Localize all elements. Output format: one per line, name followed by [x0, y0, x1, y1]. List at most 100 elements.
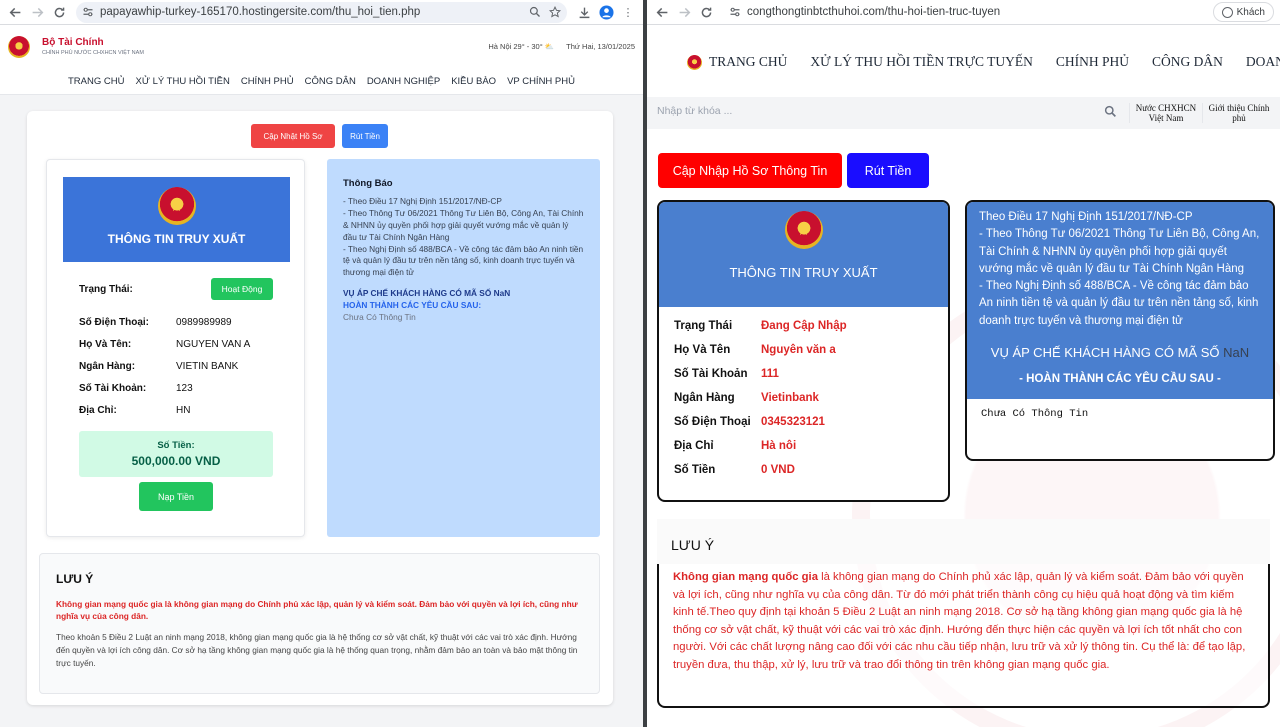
notice-complete: - HOÀN THÀNH CÁC YÊU CẦU SAU -	[1019, 373, 1221, 386]
left-browser-window: papayawhip-turkey-165170.hostingersite.c…	[0, 0, 643, 727]
notice-complete: HOÀN THÀNH CÁC YÊU CẦU SAU:	[343, 299, 482, 310]
nav-item-government[interactable]: CHÍNH PHỦ	[241, 76, 294, 87]
notice-title: Thông Báo	[343, 178, 393, 189]
info-title: THÔNG TIN TRUY XUẤT	[729, 265, 878, 280]
nav-item-home[interactable]: TRANG CHỦ	[68, 76, 124, 87]
notice-content: Chưa Có Thông Tin	[981, 408, 1089, 420]
notice-content: Chưa Có Thông Tin	[343, 311, 416, 322]
nav-item-office[interactable]: VP CHÍNH PHỦ	[507, 76, 575, 87]
left-page: ★ Bộ Tài Chính CHÍNH PHỦ NƯỚC CHXHCN VIỆ…	[0, 25, 643, 727]
main-card: Cập Nhật Hồ Sơ Rút Tiền ★ THÔNG TIN TRUY…	[27, 111, 613, 705]
info-header: ★ THÔNG TIN TRUY XUẤT	[659, 202, 948, 307]
note-paragraph: Theo khoản 5 Điều 2 Luật an ninh mạng 20…	[56, 632, 578, 669]
reload-icon[interactable]	[695, 1, 717, 23]
status-row: Trạng Thái:	[79, 284, 133, 295]
notice-panel: Theo Điều 17 Nghị Định 151/2017/NĐ-CP - …	[965, 200, 1275, 461]
nav-item-home[interactable]: ★ TRANG CHỦ	[687, 54, 787, 70]
address-bar[interactable]: papayawhip-turkey-165170.hostingersite.c…	[76, 1, 567, 23]
national-emblem-icon: ★	[687, 54, 702, 70]
note-highlight: Không gian mạng quốc gia	[673, 571, 818, 583]
right-page: ★ TRANG CHỦ XỬ LÝ THU HỒI TIỀN TRỰC TUYẾ…	[647, 25, 1280, 727]
national-emblem-icon: ★	[784, 211, 823, 249]
brand-subtitle: CHÍNH PHỦ NƯỚC CHXHCN VIỆT NAM	[42, 50, 144, 56]
bookmark-star-icon[interactable]	[549, 6, 561, 18]
note-title: LƯU Ý	[56, 572, 94, 586]
right-browser-window: congthongtinbtcthuhoi.com/thu-hoi-tien-t…	[647, 0, 1280, 727]
notice-code: NaN	[1223, 344, 1250, 360]
brand-title: Bộ Tài Chính	[42, 37, 104, 48]
notice-line: - Theo Nghị Định số 488/BCA - Về công tá…	[979, 280, 1259, 327]
search-icon[interactable]	[1104, 105, 1117, 121]
field-row: Số Tiền 0 VND	[674, 464, 795, 476]
info-header: ★ THÔNG TIN TRUY XUẤT	[63, 177, 290, 262]
nav-item-citizen[interactable]: CÔNG DÂN	[1152, 54, 1223, 70]
deposit-button[interactable]: Nạp Tiền	[139, 482, 213, 511]
site-settings-icon[interactable]	[82, 6, 94, 18]
update-profile-button[interactable]: Cập Nhập Hồ Sơ Thông Tin	[658, 153, 842, 188]
back-icon[interactable]	[651, 1, 673, 23]
withdraw-button[interactable]: Rút Tiền	[847, 153, 929, 188]
notice-line: - Theo Thông Tư 06/2021 Thông Tư Liên Bộ…	[343, 208, 584, 242]
notice-line: - Theo Điều 17 Nghị Định 151/2017/NĐ-CP	[343, 196, 502, 207]
nav-item-overseas[interactable]: KIỀU BÀO	[451, 76, 496, 87]
side-link-intro[interactable]: Giới thiệu Chính phủ	[1202, 102, 1275, 124]
sun-cloud-icon: ⛅	[544, 42, 555, 51]
download-icon[interactable]	[573, 1, 595, 23]
withdraw-button[interactable]: Rút Tiền	[342, 124, 388, 148]
field-row: Số Tài Khoản: 123	[79, 383, 193, 394]
guest-profile-button[interactable]: Khách	[1212, 2, 1274, 22]
address-url: congthongtinbtcthuhoi.com/thu-hoi-tien-t…	[747, 6, 1001, 18]
back-icon[interactable]	[4, 1, 26, 23]
notice-panel: Thông Báo - Theo Điều 17 Nghị Định 151/2…	[327, 159, 600, 537]
nav-item-citizen[interactable]: CÔNG DÂN	[305, 76, 356, 87]
notice-line: - Theo Thông Tư 06/2021 Thông Tư Liên Bộ…	[979, 228, 1260, 275]
nav-item-government[interactable]: CHÍNH PHỦ	[1056, 54, 1129, 70]
reload-icon[interactable]	[48, 1, 70, 23]
date-text: Thứ Hai, 13/01/2025	[566, 42, 635, 51]
note-title: LƯU Ý	[657, 519, 1270, 564]
update-profile-button[interactable]: Cập Nhật Hồ Sơ	[251, 124, 335, 148]
field-row: Số Tài Khoản 111	[674, 368, 779, 380]
search-input[interactable]: Nhập từ khóa ...	[647, 105, 1129, 121]
field-row: Họ Và Tên Nguyên văn a	[674, 344, 836, 356]
brand: Bộ Tài Chính CHÍNH PHỦ NƯỚC CHXHCN VIỆT …	[42, 37, 144, 56]
side-link-country[interactable]: Nước CHXHCN Việt Nam	[1129, 102, 1202, 124]
field-row: Ngân Hàng Vietinbank	[674, 392, 819, 404]
nav-item-business[interactable]: DOANH NGHIỆP	[367, 76, 440, 87]
field-row: Số Điện Thoại 0345323121	[674, 416, 825, 428]
field-row: Địa Chỉ Hà nôi	[674, 440, 797, 452]
forward-icon[interactable]	[673, 1, 695, 23]
national-emblem-icon: ★	[8, 35, 30, 58]
weather-text: Hà Nội 29° - 30° ⛅	[488, 42, 555, 51]
site-settings-icon[interactable]	[729, 6, 741, 18]
address-bar[interactable]: congthongtinbtcthuhoi.com/thu-hoi-tien-t…	[723, 1, 1207, 23]
address-url: papayawhip-turkey-165170.hostingersite.c…	[100, 6, 421, 18]
notice-top: Theo Điều 17 Nghị Định 151/2017/NĐ-CP - …	[967, 202, 1273, 399]
note-highlight: Không gian mạng quốc gia	[56, 598, 163, 609]
nav-item-business[interactable]: DOANH NGHI	[1246, 54, 1280, 70]
left-browser-toolbar: papayawhip-turkey-165170.hostingersite.c…	[0, 0, 643, 25]
national-emblem-icon: ★	[157, 187, 196, 225]
right-browser-toolbar: congthongtinbtcthuhoi.com/thu-hoi-tien-t…	[647, 0, 1280, 25]
site-header: ★ Bộ Tài Chính CHÍNH PHỦ NƯỚC CHXHCN VIỆ…	[0, 25, 643, 68]
notice-case: VỤ ÁP CHẾ KHÁCH HÀNG CÓ MÃ SỐ NaN	[990, 344, 1250, 360]
menu-kebab-icon[interactable]: ⋮	[617, 1, 639, 23]
main-nav: TRANG CHỦ XỬ LÝ THU HỒI TIỀN CHÍNH PHỦ C…	[0, 68, 643, 95]
zoom-icon[interactable]	[529, 6, 541, 18]
info-title: THÔNG TIN TRUY XUẤT	[107, 232, 246, 246]
nav-item-recovery[interactable]: XỬ LÝ THU HỒI TIỀN TRỰC TUYẾN	[810, 54, 1032, 70]
profile-avatar-icon[interactable]	[595, 1, 617, 23]
forward-icon[interactable]	[26, 1, 48, 23]
field-row: Trạng Thái Đang Cập Nhập	[674, 320, 847, 332]
note-body: Không gian mạng quốc gia là không gian m…	[657, 564, 1270, 708]
notice-line: - Theo Nghị Định số 488/BCA - Về công tá…	[343, 243, 584, 278]
amount-label: Số Tiền:	[157, 440, 195, 451]
notice-case: VỤ ÁP CHẾ KHÁCH HÀNG CÓ MÃ SỐ NaN	[343, 287, 511, 298]
search-bar: Nhập từ khóa ... Nước CHXHCN Việt Nam Gi…	[647, 97, 1280, 129]
notice-line: Theo Điều 17 Nghị Định 151/2017/NĐ-CP	[979, 211, 1193, 223]
status-badge: Hoạt Động	[211, 278, 273, 300]
nav-item-recovery[interactable]: XỬ LÝ THU HỒI TIỀN	[135, 76, 229, 87]
amount-box: Số Tiền: 500,000.00 VND	[79, 431, 273, 477]
guest-icon	[1221, 6, 1233, 18]
main-nav: ★ TRANG CHỦ XỬ LÝ THU HỒI TIỀN TRỰC TUYẾ…	[647, 42, 1280, 82]
